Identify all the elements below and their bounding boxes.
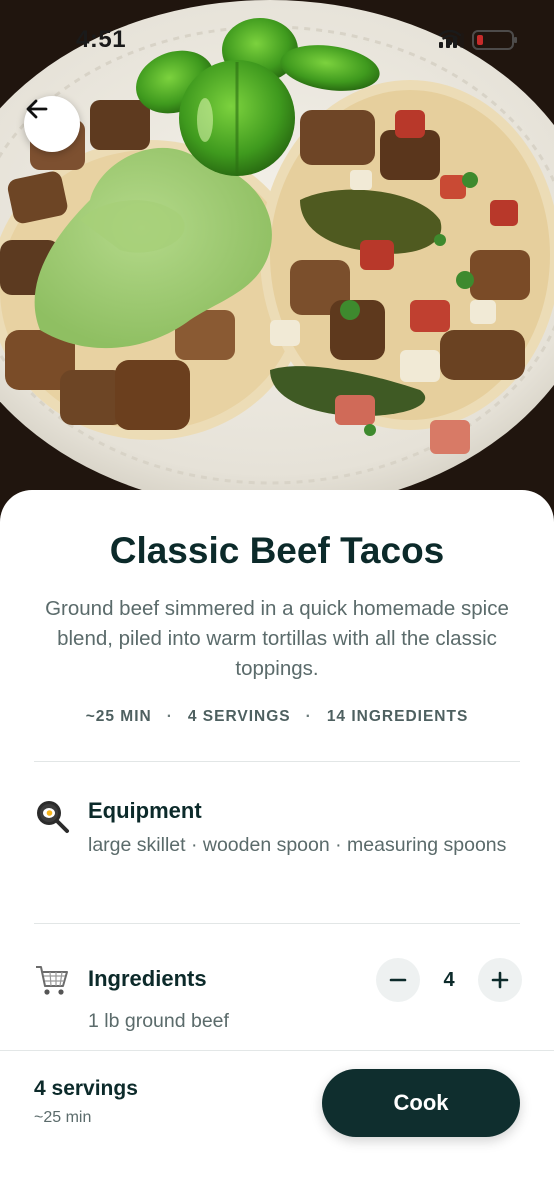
status-bar: 4:51 [0, 0, 554, 80]
plus-icon [491, 971, 509, 989]
bottom-action-bar: 4 servings ~25 min Cook [0, 1050, 554, 1200]
shopping-cart-icon [36, 966, 68, 995]
recipe-hero-image: 4:51 [0, 0, 554, 540]
ingredients-title: Ingredients [88, 966, 207, 991]
equipment-title: Equipment [88, 798, 202, 823]
divider [34, 761, 520, 762]
meta-separator: · [305, 708, 312, 725]
battery-level [477, 35, 483, 45]
battery-icon [472, 30, 517, 50]
tacos-photo [0, 0, 554, 540]
divider [34, 923, 520, 924]
servings-count: 4 [443, 968, 455, 991]
bottom-time: ~25 min [34, 1109, 92, 1126]
meta-separator: · [166, 708, 173, 725]
back-button[interactable] [24, 96, 80, 152]
meta-servings: 4 SERVINGS [187, 708, 291, 725]
increment-servings-button[interactable] [478, 958, 522, 1002]
meta-time: ~25 MIN [85, 708, 152, 725]
recipe-title: Classic Beef Tacos [109, 530, 445, 571]
decrement-servings-button[interactable] [376, 958, 420, 1002]
equipment-list: large skillet · wooden spoon · measuring… [88, 834, 507, 856]
recipe-details-sheet: Classic Beef Tacos Ground beef simmered … [0, 490, 554, 1050]
status-icons [439, 30, 517, 50]
cook-button[interactable]: Cook [322, 1069, 520, 1137]
ingredient-item: 1 lb ground beef [88, 1010, 229, 1032]
minus-icon [389, 978, 407, 982]
arrow-left-icon [26, 99, 48, 119]
wifi-icon [439, 30, 461, 46]
recipe-description: Ground beef simmered in a quick homemade… [45, 597, 509, 680]
recipe-meta: ~25 MIN · 4 SERVINGS · 14 INGREDIENTS [0, 708, 554, 726]
servings-stepper: 4 [376, 958, 522, 1002]
status-time: 4:51 [76, 26, 127, 53]
frying-pan-icon [37, 801, 69, 833]
meta-ingredients: 14 INGREDIENTS [326, 708, 469, 725]
bottom-servings: 4 servings [34, 1077, 138, 1100]
